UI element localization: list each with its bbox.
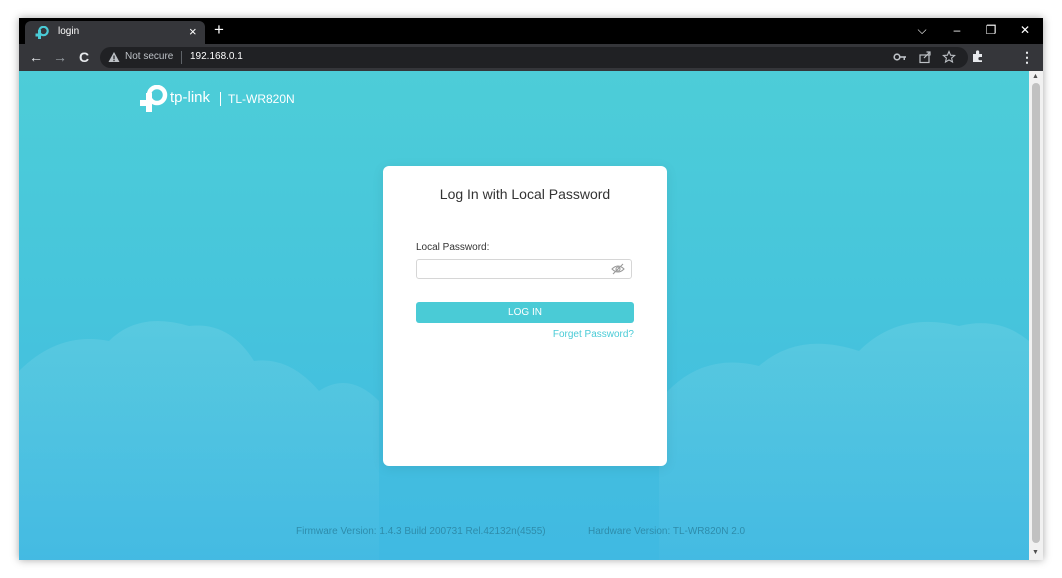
firmware-version: Firmware Version: 1.4.3 Build 200731 Rel…	[296, 526, 546, 537]
extensions-icon[interactable]	[971, 49, 985, 63]
scroll-up-icon[interactable]: ▲	[1032, 73, 1039, 80]
login-card: Log In with Local Password Local Passwor…	[383, 166, 667, 466]
tab-login[interactable]: login ×	[25, 21, 205, 44]
router-login-page: tp-link TL-WR820N Log In with Local Pass…	[19, 71, 1029, 560]
forgot-password-link[interactable]: Forget Password?	[553, 329, 634, 340]
browser-toolbar: ← → C Not secure 192.168.0.1 ⋮	[19, 44, 1043, 71]
hide-password-icon[interactable]	[611, 263, 625, 275]
reload-icon[interactable]: C	[75, 48, 93, 66]
close-window-button[interactable]: ✕	[1014, 21, 1036, 39]
page-scrollbar[interactable]: ▲ ▼	[1029, 71, 1043, 560]
browser-window: login × + ⌵ – ❐ ✕ ← → C Not secure 192.1…	[19, 18, 1043, 560]
scroll-down-icon[interactable]: ▼	[1032, 549, 1039, 556]
restore-button[interactable]: ❐	[980, 21, 1002, 39]
security-status: Not secure	[125, 51, 174, 62]
forward-icon[interactable]: →	[51, 48, 69, 66]
url-text[interactable]: 192.168.0.1	[190, 51, 243, 62]
omnibox-divider	[181, 51, 182, 64]
login-title: Log In with Local Password	[439, 186, 611, 202]
password-input[interactable]	[416, 259, 632, 279]
tplink-favicon-icon	[35, 26, 49, 39]
tab-search-icon[interactable]: ⌵	[911, 21, 933, 39]
warning-icon	[108, 52, 120, 62]
scrollbar-thumb[interactable]	[1032, 83, 1040, 543]
tab-strip: login × + ⌵ – ❐ ✕	[19, 18, 1043, 44]
share-icon[interactable]	[918, 50, 932, 64]
back-icon[interactable]: ←	[27, 48, 45, 66]
brand-name: tp-link	[170, 89, 211, 106]
model-name: TL-WR820N	[228, 92, 295, 106]
tab-title: login	[58, 26, 80, 37]
password-label: Local Password:	[416, 242, 490, 253]
key-icon[interactable]	[893, 50, 907, 64]
star-icon[interactable]	[942, 50, 956, 64]
tplink-logo-icon	[140, 85, 168, 112]
logo-divider	[220, 92, 221, 106]
minimize-button[interactable]: –	[946, 21, 968, 39]
menu-icon[interactable]: ⋮	[1018, 48, 1036, 66]
close-tab-icon[interactable]: ×	[189, 24, 197, 40]
login-button[interactable]: LOG IN	[416, 302, 634, 323]
address-bar[interactable]: Not secure 192.168.0.1	[100, 47, 968, 68]
hardware-version: Hardware Version: TL-WR820N 2.0	[588, 526, 746, 537]
new-tab-button[interactable]: +	[214, 20, 224, 40]
